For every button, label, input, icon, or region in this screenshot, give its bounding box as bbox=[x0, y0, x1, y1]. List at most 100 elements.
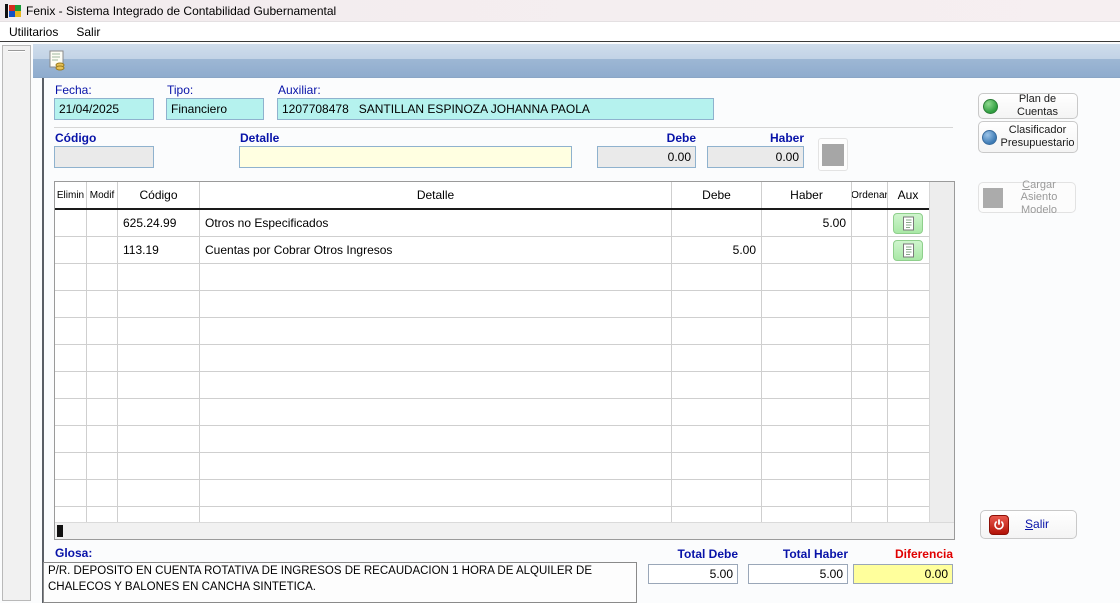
cell-elimin bbox=[55, 264, 87, 290]
tipo-input[interactable]: Financiero bbox=[166, 98, 264, 120]
diferencia-value: 0.00 bbox=[853, 564, 953, 584]
cell-debe bbox=[672, 399, 762, 425]
plan-de-cuentas-label: Plan de Cuentas bbox=[1002, 93, 1073, 118]
column-header-ordenar: Ordenar bbox=[852, 182, 888, 208]
cell-codigo: 625.24.99 bbox=[118, 210, 200, 236]
haber-input[interactable]: 0.00 bbox=[707, 146, 804, 168]
aux-cell bbox=[888, 399, 928, 425]
new-entry-button[interactable] bbox=[45, 48, 71, 74]
table-row-empty[interactable] bbox=[55, 264, 929, 291]
menu-bar: Utilitarios Salir bbox=[0, 22, 1120, 42]
cell-ordenar bbox=[852, 453, 888, 479]
table-row-empty[interactable] bbox=[55, 399, 929, 426]
cargar-asiento-modelo-button[interactable]: Cargar Asiento Modelo bbox=[978, 182, 1076, 213]
cell-debe bbox=[672, 480, 762, 506]
entries-grid[interactable]: EliminModifCódigoDetalleDebeHaberOrdenar… bbox=[55, 182, 929, 522]
menu-utilitarios[interactable]: Utilitarios bbox=[0, 23, 67, 41]
cell-debe bbox=[672, 426, 762, 452]
aux-document-button[interactable] bbox=[893, 240, 923, 261]
aux-cell bbox=[888, 345, 928, 371]
app-logo-icon bbox=[5, 4, 21, 18]
table-row-empty[interactable] bbox=[55, 372, 929, 399]
debe-input[interactable]: 0.00 bbox=[597, 146, 696, 168]
salir-button[interactable]: Salir bbox=[980, 510, 1077, 539]
cell-detalle bbox=[200, 426, 672, 452]
aux-cell bbox=[888, 237, 928, 263]
cell-detalle bbox=[200, 291, 672, 317]
glosa-textarea[interactable]: P/R. DEPOSITO EN CUENTA ROTATIVA DE INGR… bbox=[43, 562, 637, 603]
detalle-label: Detalle bbox=[240, 131, 279, 145]
cell-detalle bbox=[200, 318, 672, 344]
column-header-detalle: Detalle bbox=[200, 182, 672, 208]
cell-detalle bbox=[200, 507, 672, 522]
aux-cell bbox=[888, 453, 928, 479]
total-debe-value: 5.00 bbox=[648, 564, 738, 584]
document-coins-icon bbox=[47, 50, 69, 72]
detalle-input[interactable] bbox=[239, 146, 572, 168]
table-row-empty[interactable] bbox=[55, 345, 929, 372]
cell-modif bbox=[87, 264, 118, 290]
table-header-row: EliminModifCódigoDetalleDebeHaberOrdenar… bbox=[55, 182, 929, 210]
cell-codigo bbox=[118, 507, 200, 522]
cell-haber bbox=[762, 345, 852, 371]
cell-ordenar bbox=[852, 237, 888, 263]
plan-de-cuentas-button[interactable]: Plan de Cuentas bbox=[978, 93, 1078, 119]
cell-ordenar bbox=[852, 210, 888, 236]
cell-debe bbox=[672, 372, 762, 398]
add-line-button[interactable] bbox=[818, 138, 848, 171]
cell-debe bbox=[672, 210, 762, 236]
aux-cell bbox=[888, 264, 928, 290]
cell-haber bbox=[762, 399, 852, 425]
fecha-input[interactable]: 21/04/2025 bbox=[54, 98, 154, 120]
cell-debe bbox=[672, 318, 762, 344]
cell-codigo bbox=[118, 291, 200, 317]
debe-label: Debe bbox=[597, 131, 696, 145]
panel-grip-handle[interactable] bbox=[8, 50, 25, 52]
cell-detalle: Cuentas por Cobrar Otros Ingresos bbox=[200, 237, 672, 263]
cell-modif bbox=[87, 399, 118, 425]
column-header-c-digo: Código bbox=[118, 182, 200, 208]
aux-document-button[interactable] bbox=[893, 213, 923, 234]
fecha-label: Fecha: bbox=[55, 83, 92, 97]
cell-elimin bbox=[55, 480, 87, 506]
left-collapsed-panel[interactable] bbox=[2, 45, 31, 601]
cell-modif bbox=[87, 210, 118, 236]
cell-detalle bbox=[200, 480, 672, 506]
cell-modif bbox=[87, 291, 118, 317]
cell-haber bbox=[762, 318, 852, 344]
separator-line bbox=[54, 127, 953, 128]
vertical-scrollbar[interactable] bbox=[929, 182, 954, 522]
aux-cell bbox=[888, 372, 928, 398]
cell-haber: 5.00 bbox=[762, 210, 852, 236]
cell-ordenar bbox=[852, 426, 888, 452]
scrollbar-thumb[interactable] bbox=[57, 525, 63, 537]
menu-salir[interactable]: Salir bbox=[67, 23, 109, 41]
table-row-empty[interactable] bbox=[55, 318, 929, 345]
cell-modif bbox=[87, 318, 118, 344]
cell-debe bbox=[672, 453, 762, 479]
auxiliar-input[interactable]: 1207708478 SANTILLAN ESPINOZA JOHANNA PA… bbox=[277, 98, 714, 120]
column-header-debe: Debe bbox=[672, 182, 762, 208]
table-row[interactable]: 625.24.99Otros no Especificados5.00 bbox=[55, 210, 929, 237]
horizontal-scrollbar[interactable] bbox=[55, 522, 954, 539]
cell-debe bbox=[672, 264, 762, 290]
table-row-empty[interactable] bbox=[55, 426, 929, 453]
cell-elimin bbox=[55, 345, 87, 371]
codigo-input[interactable] bbox=[54, 146, 154, 168]
clasificador-presupuestario-button[interactable]: Clasificador Presupuestario bbox=[978, 121, 1078, 153]
cell-ordenar bbox=[852, 480, 888, 506]
cell-elimin bbox=[55, 399, 87, 425]
column-header-modif: Modif bbox=[87, 182, 118, 208]
table-row[interactable]: 113.19Cuentas por Cobrar Otros Ingresos5… bbox=[55, 237, 929, 264]
cell-elimin bbox=[55, 372, 87, 398]
table-row-empty[interactable] bbox=[55, 480, 929, 507]
green-sphere-icon bbox=[983, 99, 998, 114]
entries-table: EliminModifCódigoDetalleDebeHaberOrdenar… bbox=[54, 181, 955, 540]
glosa-label: Glosa: bbox=[55, 546, 92, 560]
table-row-empty[interactable] bbox=[55, 453, 929, 480]
table-row-empty[interactable] bbox=[55, 291, 929, 318]
column-header-haber: Haber bbox=[762, 182, 852, 208]
table-row-empty[interactable] bbox=[55, 507, 929, 522]
diferencia-label: Diferencia bbox=[853, 547, 953, 561]
cell-haber bbox=[762, 453, 852, 479]
